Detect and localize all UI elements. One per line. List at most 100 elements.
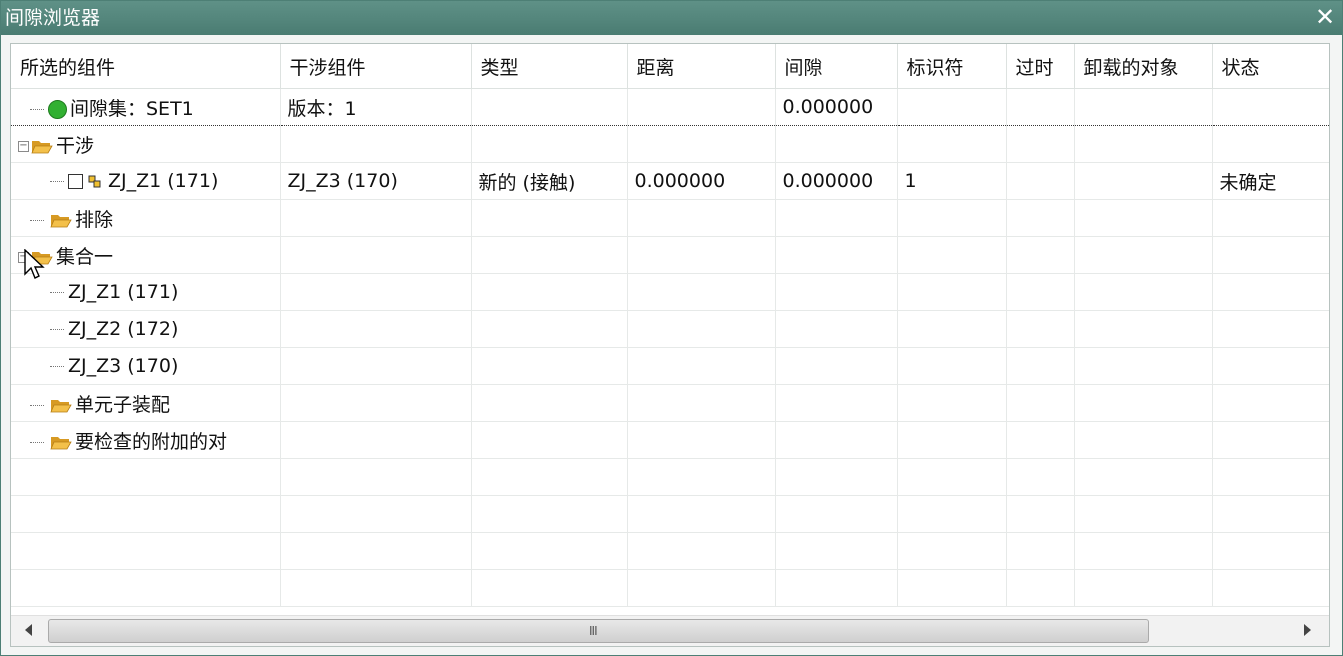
scroll-right-arrow-icon[interactable] <box>1304 624 1311 636</box>
table-cell <box>627 199 776 237</box>
tree-cell[interactable]: ZJ_Z3 (170) <box>11 347 281 385</box>
column-header-status[interactable]: 状态 <box>1212 44 1329 89</box>
table-cell <box>471 569 628 607</box>
column-header-selected-component[interactable]: 所选的组件 <box>11 44 281 89</box>
table-row-interference-folder[interactable]: − 干涉 <box>11 125 1329 163</box>
table-cell <box>1074 273 1213 311</box>
table-cell <box>1212 347 1329 385</box>
table-cell <box>1074 421 1213 459</box>
tree-cell[interactable]: ZJ_Z2 (172) <box>11 310 281 348</box>
tree-cell[interactable]: − 干涉 <box>11 125 281 163</box>
table-cell <box>775 125 898 163</box>
table-cell <box>897 88 1007 126</box>
table-cell <box>775 384 898 422</box>
table-cell <box>471 384 628 422</box>
table-cell <box>1006 495 1075 533</box>
table-cell <box>1074 88 1213 126</box>
table-cell <box>1212 384 1329 422</box>
scrollbar-thumb[interactable]: III <box>48 619 1149 643</box>
table-cell <box>627 88 776 126</box>
table-cell <box>1074 125 1213 163</box>
table-cell <box>775 569 898 607</box>
table-cell <box>280 569 472 607</box>
table-cell <box>11 532 281 570</box>
table-cell <box>897 421 1007 459</box>
table-row-additional-pairs-folder[interactable]: 要检查的附加的对 <box>11 421 1329 459</box>
table-cell <box>897 236 1007 274</box>
column-header-unloaded-objects[interactable]: 卸载的对象 <box>1074 44 1213 89</box>
table-cell <box>775 532 898 570</box>
table-row-empty <box>11 458 1329 496</box>
table-row-interference[interactable]: ZJ_Z1 (171) ZJ_Z3 (170) 新的 (接触) 0.000000… <box>11 162 1329 200</box>
table-row-unit-subassembly-folder[interactable]: 单元子装配 <box>11 384 1329 422</box>
folder-open-icon <box>31 141 53 154</box>
table-cell <box>775 347 898 385</box>
table-row-component[interactable]: ZJ_Z2 (172) <box>11 310 1329 348</box>
column-header-type[interactable]: 类型 <box>471 44 628 89</box>
table-cell <box>1212 532 1329 570</box>
table-row-set-one-folder[interactable]: − 集合一 <box>11 236 1329 274</box>
tree-line <box>50 329 64 330</box>
table-cell <box>897 495 1007 533</box>
column-header-distance[interactable]: 距离 <box>627 44 776 89</box>
table-cell <box>1212 273 1329 311</box>
table-row-empty <box>11 569 1329 607</box>
folder-open-icon <box>50 437 72 450</box>
table-cell <box>627 125 776 163</box>
tree-cell[interactable]: − 集合一 <box>11 236 281 274</box>
table-cell <box>1074 236 1213 274</box>
table-cell <box>1074 310 1213 348</box>
green-circle-icon <box>48 99 67 119</box>
table-cell <box>627 495 776 533</box>
component-label: ZJ_Z2 (172) <box>68 318 179 340</box>
table-row-clearance-set[interactable]: 间隙集：SET1 版本：1 0.000000 <box>11 88 1329 126</box>
column-header-clearance[interactable]: 间隙 <box>775 44 898 89</box>
tree-cell[interactable]: ZJ_Z1 (171) <box>11 162 281 200</box>
column-header-interfering-component[interactable]: 干涉组件 <box>280 44 472 89</box>
table-cell <box>1074 384 1213 422</box>
table-cell <box>1006 347 1075 385</box>
table-cell <box>280 347 472 385</box>
table-cell <box>1006 236 1075 274</box>
table-cell <box>897 273 1007 311</box>
table-cell <box>471 310 628 348</box>
table-row-excluded-folder[interactable]: 排除 <box>11 199 1329 237</box>
component-icon <box>88 175 101 187</box>
close-button[interactable]: ✕ <box>1312 4 1338 30</box>
interference-component-label: ZJ_Z1 (171) <box>108 170 219 192</box>
tree-line <box>50 181 64 182</box>
collapse-toggle[interactable]: − <box>18 140 29 152</box>
column-header-row: 所选的组件 干涉组件 类型 距离 间隙 标识符 过时 卸载的对象 状态 <box>11 44 1329 89</box>
tree-cell[interactable]: 间隙集：SET1 <box>11 88 281 126</box>
table-cell <box>627 273 776 311</box>
tree-cell[interactable]: ZJ_Z1 (171) <box>11 273 281 311</box>
table-cell <box>471 495 628 533</box>
component-label: ZJ_Z1 (171) <box>68 281 179 303</box>
folder-open-icon <box>31 252 53 265</box>
tree-line <box>30 404 44 406</box>
tree-cell[interactable]: 排除 <box>11 199 281 237</box>
collapse-toggle[interactable]: − <box>18 251 29 263</box>
table-cell <box>280 458 472 496</box>
interference-folder-label: 干涉 <box>56 134 95 157</box>
table-row-component[interactable]: ZJ_Z3 (170) <box>11 347 1329 385</box>
table-cell <box>471 236 628 274</box>
title-bar[interactable]: 间隙浏览器 ✕ <box>1 1 1342 35</box>
table-cell <box>280 199 472 237</box>
table-row-empty <box>11 532 1329 570</box>
table-cell <box>280 421 472 459</box>
scroll-left-arrow-icon[interactable] <box>25 624 32 636</box>
table-cell <box>897 347 1007 385</box>
tree-cell[interactable]: 要检查的附加的对 <box>11 421 281 459</box>
table-row-component[interactable]: ZJ_Z1 (171) <box>11 273 1329 311</box>
column-header-outdated[interactable]: 过时 <box>1006 44 1075 89</box>
table-cell <box>471 88 628 126</box>
table-row-empty <box>11 495 1329 533</box>
table-cell <box>471 273 628 311</box>
table-cell: 未确定 <box>1212 162 1329 200</box>
tree-cell[interactable]: 单元子装配 <box>11 384 281 422</box>
horizontal-scrollbar[interactable]: III <box>11 615 1329 646</box>
table-cell <box>1006 310 1075 348</box>
column-header-identifier[interactable]: 标识符 <box>897 44 1007 89</box>
row-checkbox[interactable] <box>68 174 83 189</box>
